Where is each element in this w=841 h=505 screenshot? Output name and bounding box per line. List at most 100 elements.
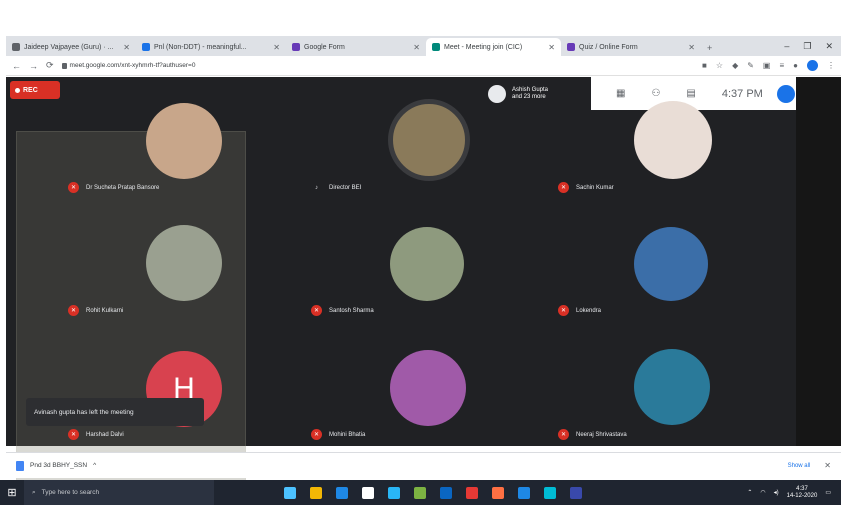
address-bar-row: ← → ⟳ meet.google.com/xnt-xyhmrh-tf?auth…	[6, 56, 841, 76]
tab-close-icon[interactable]: ✕	[273, 43, 280, 52]
tab-favicon	[12, 43, 20, 51]
show-all-button[interactable]: Show all	[788, 463, 811, 469]
taskbar-app-icon[interactable]	[518, 486, 530, 499]
lock-icon	[61, 62, 67, 69]
tab-favicon	[432, 43, 440, 51]
taskbar-clock[interactable]: 4:37 14-12-2020	[787, 486, 818, 500]
participant-avatar	[388, 99, 470, 181]
pen-icon[interactable]: ✎	[747, 61, 754, 70]
close-window-button[interactable]: ✕	[825, 41, 833, 52]
taskbar-app-icon[interactable]	[388, 486, 400, 499]
screen: Jaideep Vajpayee (Guru) · ... ✕ Pnl (Non…	[0, 0, 841, 505]
back-icon[interactable]: ←	[12, 61, 21, 71]
system-tray: ⌃ ◠ ◂) 4:37 14-12-2020 ▭	[747, 486, 841, 500]
taskbar-app-icon[interactable]	[310, 486, 322, 499]
tab-close-icon[interactable]: ✕	[688, 43, 695, 52]
windows-start-icon[interactable]: ⊞	[0, 480, 24, 505]
participant-label: ✕ Dr Sucheta Pratap Bansore	[68, 182, 159, 193]
volume-icon[interactable]: ◂)	[774, 489, 779, 496]
taskbar-app-icon[interactable]	[362, 486, 374, 499]
search-icon: ⌕	[32, 488, 36, 496]
network-icon[interactable]: ◠	[760, 489, 765, 496]
participant-avatar	[634, 227, 708, 301]
extension-area: ■ ☆ ◆ ✎ ▣ ≡ ● ⋮	[702, 60, 835, 71]
minimize-button[interactable]: –	[784, 41, 789, 51]
download-item[interactable]: Pnd 3d BBHY_SSN ^	[16, 460, 96, 471]
reload-icon[interactable]: ⟳	[46, 60, 54, 71]
url-field[interactable]: meet.google.com/xnt-xyhmrh-tf?authuser=0	[61, 59, 212, 72]
left-meeting-toast: Avinash gupta has left the meeting	[26, 398, 204, 426]
mic-off-icon: ✕	[558, 305, 569, 316]
participant-label: ✕ Sachin Kumar	[558, 182, 614, 193]
tab-5[interactable]: Quiz / Online Form ✕	[561, 38, 701, 56]
taskbar-app-icon[interactable]	[440, 486, 452, 499]
windows-taskbar: ⊞ ⌕ Type here to search ⌃ ◠ ◂) 4:37 14-1…	[0, 480, 841, 505]
participant-avatar	[390, 350, 466, 426]
clock-text: 4:37 PM	[721, 87, 763, 100]
side-panel-strip	[796, 77, 841, 446]
notification-icon[interactable]: ▭	[825, 489, 831, 496]
forward-icon[interactable]: →	[29, 61, 38, 71]
taskbar-app-icon[interactable]	[414, 486, 426, 499]
mic-off-icon: ✕	[558, 429, 569, 440]
participant-label: ✕ Lokendra	[558, 305, 601, 316]
record-icon[interactable]: ●	[793, 61, 798, 70]
meet-toolbar: ▦ ⚇ ▤ 4:37 PM	[591, 77, 811, 110]
taskbar-apps	[284, 486, 582, 499]
chat-icon[interactable]: ▤	[686, 88, 695, 99]
mic-on-icon: ♪	[315, 184, 318, 191]
taskbar-app-icon[interactable]	[466, 486, 478, 499]
meet-stage: REC Ashish Gupta and 23 more ▦ ⚇ ▤ 4:37 …	[6, 77, 841, 484]
mic-off-icon: ✕	[68, 305, 79, 316]
menu-list-icon[interactable]: ≡	[779, 61, 784, 70]
tab-close-icon[interactable]: ✕	[548, 43, 555, 52]
puzzle-icon[interactable]: ▣	[763, 61, 771, 70]
presenter-avatar	[488, 84, 506, 103]
participant-label: ✕ Neeraj Shrivastava	[558, 429, 627, 440]
tray-up-icon[interactable]: ⌃	[747, 489, 752, 496]
self-avatar[interactable]	[776, 84, 795, 103]
new-tab-button[interactable]: +	[701, 43, 718, 56]
taskbar-search[interactable]: ⌕ Type here to search	[24, 480, 214, 505]
mic-off-icon: ✕	[558, 182, 569, 193]
participant-avatar	[146, 225, 222, 301]
participant-label: ✕ Santosh Sharma	[311, 305, 374, 316]
browser-tab-strip: Jaideep Vajpayee (Guru) · ... ✕ Pnl (Non…	[6, 36, 841, 56]
people-icon[interactable]: ⚇	[651, 88, 660, 99]
participant-label: ♪ Director BEI	[311, 182, 361, 193]
tab-3[interactable]: Google Form ✕	[286, 38, 426, 56]
close-downloads-icon[interactable]: ✕	[824, 461, 831, 470]
downloads-bar: Pnd 3d BBHY_SSN ^ Show all ✕	[6, 452, 841, 478]
tab-favicon	[142, 43, 150, 51]
tab-2[interactable]: Pnl (Non-DDT) - meaningful... ✕	[136, 38, 286, 56]
more-menu-icon[interactable]: ⋮	[827, 61, 835, 70]
record-dot-icon	[15, 87, 20, 93]
tab-close-icon[interactable]: ✕	[123, 43, 130, 52]
taskbar-app-icon[interactable]	[570, 486, 582, 499]
participant-avatar	[146, 103, 222, 179]
taskbar-app-icon[interactable]	[492, 486, 504, 499]
tab-1[interactable]: Jaideep Vajpayee (Guru) · ... ✕	[6, 38, 136, 56]
profile-avatar[interactable]	[807, 60, 818, 71]
chevron-up-icon[interactable]: ^	[93, 462, 96, 469]
taskbar-app-icon[interactable]	[544, 486, 556, 499]
participant-label: ✕ Rohit Kulkarni	[68, 305, 123, 316]
tab-4[interactable]: Meet - Meeting join (CIC) ✕	[426, 38, 561, 56]
taskbar-app-icon[interactable]	[336, 486, 348, 499]
file-icon	[16, 460, 24, 471]
tab-close-icon[interactable]: ✕	[413, 43, 420, 52]
taskbar-app-icon[interactable]	[284, 486, 296, 499]
participant-avatar	[634, 101, 712, 179]
window-controls: – ❐ ✕	[784, 36, 841, 56]
camera-icon[interactable]: ■	[702, 61, 707, 70]
participant-label: ✕ Mohini Bhatia	[311, 429, 365, 440]
participants-icon[interactable]: ▦	[616, 88, 625, 99]
presenter-info: Ashish Gupta and 23 more	[488, 77, 588, 110]
star-icon[interactable]: ☆	[716, 61, 723, 70]
mic-off-icon: ✕	[311, 429, 322, 440]
mic-off-icon: ✕	[68, 429, 79, 440]
mic-off-icon: ✕	[68, 182, 79, 193]
extension-icon[interactable]: ◆	[732, 61, 738, 70]
participant-avatar	[634, 349, 710, 425]
maximize-button[interactable]: ❐	[803, 41, 811, 52]
